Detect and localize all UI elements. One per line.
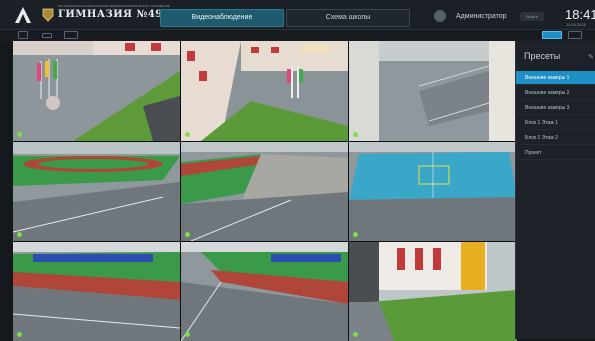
camera-feed-7 [13,242,180,341]
presets-title: Пресеты [524,51,561,61]
camera-status-indicator [17,332,22,337]
camera-tile-3[interactable] [349,41,517,141]
clock-date: 11.09.2018 [566,22,586,27]
pencil-icon[interactable]: ✎ [588,53,594,61]
camera-status-indicator [185,232,190,237]
clock-time: 18:41 [565,7,595,22]
camera-tile-9[interactable] [349,242,517,341]
camera-tile-2[interactable] [181,41,348,141]
camera-status-indicator [17,232,22,237]
preset-item[interactable]: Внешние камеры 3 [516,101,595,115]
toolbar [0,30,595,41]
camera-tile-6[interactable] [349,142,517,241]
camera-feed-9 [349,242,517,341]
camera-record-icon[interactable] [568,31,582,39]
camera-status-indicator [353,132,358,137]
crest-icon [42,8,54,22]
user-avatar-icon[interactable] [434,10,446,22]
camera-feed-4 [13,142,180,241]
top-bar: МУНИЦИПАЛЬНОЕ АВТОНОМНОЕ ОБЩЕОБРАЗОВАТЕЛ… [0,0,595,30]
camera-grid [13,41,517,341]
camera-status-indicator [353,332,358,337]
tab-video-surveillance[interactable]: Видеонаблюдение [160,9,284,27]
tab-school-scheme[interactable]: Схема школы [286,9,410,27]
preset-item[interactable]: Блок 1 Этаж 2 [516,131,595,145]
fullscreen-button[interactable] [64,31,78,39]
camera-tile-5[interactable] [181,142,348,241]
presets-panel: Пресеты ✎ Внешние камеры 1 Внешние камер… [515,41,595,339]
camera-feed-5 [181,142,348,241]
camera-feed-6 [349,142,517,241]
camera-feed-3 [349,41,517,141]
camera-feed-1 [13,41,180,141]
grid-view-button[interactable] [542,31,562,39]
user-name[interactable]: Администратор [456,13,507,20]
minimize-button[interactable] [42,33,52,38]
camera-status-indicator [185,132,190,137]
camera-status-indicator [185,332,190,337]
preset-item[interactable]: Внешние камеры 1 [516,71,595,85]
preset-item[interactable]: Внешние камеры 2 [516,86,595,100]
camera-feed-8 [181,242,348,341]
layout-button[interactable] [18,31,28,39]
exit-button[interactable]: Выйти [520,12,544,21]
camera-feed-2 [181,41,348,141]
camera-tile-7[interactable] [13,242,180,341]
camera-tile-4[interactable] [13,142,180,241]
camera-status-indicator [17,132,22,137]
camera-tile-8[interactable] [181,242,348,341]
preset-item[interactable]: Проект [516,146,595,160]
app-logo-icon [15,7,31,23]
preset-item[interactable]: Блок 1 Этаж 1 [516,116,595,130]
camera-tile-1[interactable] [13,41,180,141]
school-name: ГИМНАЗИЯ №49 [58,9,163,20]
camera-status-indicator [353,232,358,237]
school-subtitle: МУНИЦИПАЛЬНОЕ АВТОНОМНОЕ ОБЩЕОБРАЗОВАТЕЛ… [58,4,170,8]
